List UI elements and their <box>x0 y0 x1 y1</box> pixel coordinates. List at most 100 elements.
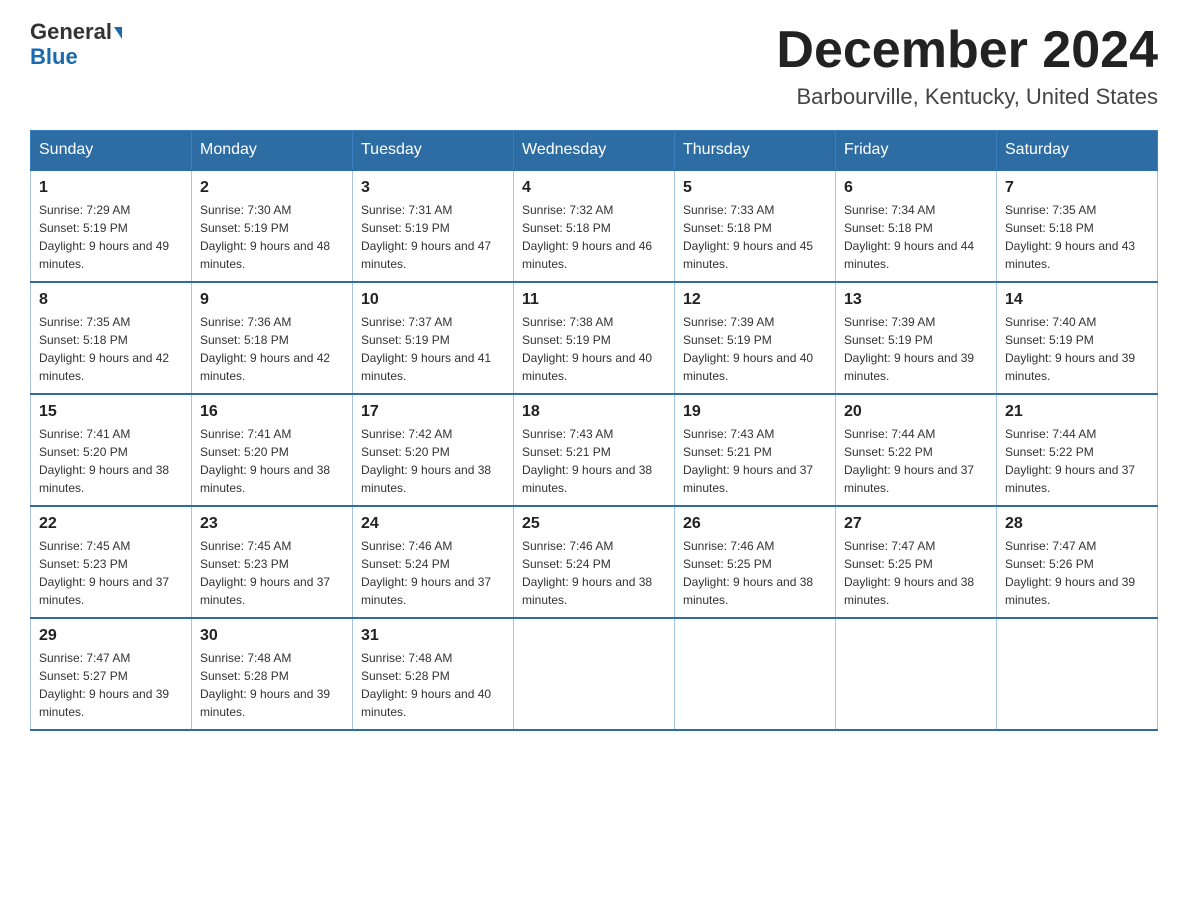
day-info: Sunrise: 7:47 AMSunset: 5:27 PMDaylight:… <box>39 649 183 721</box>
calendar-day-cell: 22 Sunrise: 7:45 AMSunset: 5:23 PMDayligh… <box>31 506 192 618</box>
calendar-day-cell: 10 Sunrise: 7:37 AMSunset: 5:19 PMDayligh… <box>353 282 514 394</box>
calendar-day-cell: 4 Sunrise: 7:32 AMSunset: 5:18 PMDaylight… <box>514 170 675 282</box>
day-info: Sunrise: 7:46 AMSunset: 5:24 PMDaylight:… <box>522 537 666 609</box>
calendar-week-row: 8 Sunrise: 7:35 AMSunset: 5:18 PMDaylight… <box>31 282 1158 394</box>
day-info: Sunrise: 7:31 AMSunset: 5:19 PMDaylight:… <box>361 201 505 273</box>
weekday-header-tuesday: Tuesday <box>353 131 514 171</box>
day-info: Sunrise: 7:47 AMSunset: 5:26 PMDaylight:… <box>1005 537 1149 609</box>
weekday-header-wednesday: Wednesday <box>514 131 675 171</box>
day-info: Sunrise: 7:43 AMSunset: 5:21 PMDaylight:… <box>522 425 666 497</box>
calendar-day-cell: 27Sunrise: 7:47 AMSunset: 5:25 PMDayligh… <box>836 506 997 618</box>
day-info: Sunrise: 7:44 AMSunset: 5:22 PMDaylight:… <box>1005 425 1149 497</box>
calendar-day-cell: 15Sunrise: 7:41 AMSunset: 5:20 PMDayligh… <box>31 394 192 506</box>
day-number: 17 <box>361 403 505 421</box>
day-info: Sunrise: 7:48 AMSunset: 5:28 PMDaylight:… <box>361 649 505 721</box>
day-number: 20 <box>844 403 988 421</box>
calendar-day-cell: 7 Sunrise: 7:35 AMSunset: 5:18 PMDaylight… <box>997 170 1158 282</box>
day-info: Sunrise: 7:40 AMSunset: 5:19 PMDaylight:… <box>1005 313 1149 385</box>
day-info: Sunrise: 7:32 AMSunset: 5:18 PMDaylight:… <box>522 201 666 273</box>
day-number: 16 <box>200 403 344 421</box>
day-info: Sunrise: 7:39 AMSunset: 5:19 PMDaylight:… <box>683 313 827 385</box>
month-title: December 2024 <box>776 20 1158 80</box>
weekday-header-saturday: Saturday <box>997 131 1158 171</box>
logo: General Blue <box>30 20 122 70</box>
calendar-week-row: 15 Sunrise: 7:41 AMSunset: 5:20 PMDayligh… <box>31 394 1158 506</box>
day-number: 28 <box>1005 515 1149 533</box>
day-info: Sunrise: 7:37 AMSunset: 5:19 PMDaylight:… <box>361 313 505 385</box>
logo-line1: General <box>30 20 122 44</box>
day-number: 2 <box>200 179 344 197</box>
day-number: 7 <box>1005 179 1149 197</box>
day-number: 27 <box>844 515 988 533</box>
day-number: 12 <box>683 291 827 309</box>
day-number: 23 <box>200 515 344 533</box>
day-number: 5 <box>683 179 827 197</box>
weekday-header-row: SundayMondayTuesdayWednesdayThursdayFrid… <box>31 131 1158 171</box>
calendar-day-cell: 21 Sunrise: 7:44 AMSunset: 5:22 PMDayligh… <box>997 394 1158 506</box>
calendar-day-cell: 23 Sunrise: 7:45 AMSunset: 5:23 PMDayligh… <box>192 506 353 618</box>
title-area: December 2024 Barbourville, Kentucky, Un… <box>776 20 1158 110</box>
day-info: Sunrise: 7:41 AMSunset: 5:20 PMDaylight:… <box>200 425 344 497</box>
day-number: 25 <box>522 515 666 533</box>
day-number: 1 <box>39 179 183 197</box>
calendar-day-cell: 31 Sunrise: 7:48 AMSunset: 5:28 PMDayligh… <box>353 618 514 730</box>
calendar-day-cell <box>997 618 1158 730</box>
calendar-day-cell: 14 Sunrise: 7:40 AMSunset: 5:19 PMDayligh… <box>997 282 1158 394</box>
weekday-header-friday: Friday <box>836 131 997 171</box>
day-number: 8 <box>39 291 183 309</box>
calendar-day-cell: 26 Sunrise: 7:46 AMSunset: 5:25 PMDayligh… <box>675 506 836 618</box>
day-info: Sunrise: 7:45 AMSunset: 5:23 PMDaylight:… <box>39 537 183 609</box>
day-number: 29 <box>39 627 183 645</box>
day-number: 9 <box>200 291 344 309</box>
weekday-header-sunday: Sunday <box>31 131 192 171</box>
calendar-day-cell: 24 Sunrise: 7:46 AMSunset: 5:24 PMDayligh… <box>353 506 514 618</box>
day-info: Sunrise: 7:43 AMSunset: 5:21 PMDaylight:… <box>683 425 827 497</box>
calendar-day-cell: 19Sunrise: 7:43 AMSunset: 5:21 PMDayligh… <box>675 394 836 506</box>
calendar-day-cell: 25 Sunrise: 7:46 AMSunset: 5:24 PMDayligh… <box>514 506 675 618</box>
day-info: Sunrise: 7:35 AMSunset: 5:18 PMDaylight:… <box>1005 201 1149 273</box>
weekday-header-thursday: Thursday <box>675 131 836 171</box>
day-info: Sunrise: 7:33 AMSunset: 5:18 PMDaylight:… <box>683 201 827 273</box>
day-number: 3 <box>361 179 505 197</box>
day-number: 22 <box>39 515 183 533</box>
day-info: Sunrise: 7:30 AMSunset: 5:19 PMDaylight:… <box>200 201 344 273</box>
logo-line2: Blue <box>30 44 78 70</box>
day-number: 31 <box>361 627 505 645</box>
calendar-day-cell: 6 Sunrise: 7:34 AMSunset: 5:18 PMDaylight… <box>836 170 997 282</box>
day-number: 26 <box>683 515 827 533</box>
day-number: 13 <box>844 291 988 309</box>
day-info: Sunrise: 7:42 AMSunset: 5:20 PMDaylight:… <box>361 425 505 497</box>
calendar-day-cell: 1 Sunrise: 7:29 AMSunset: 5:19 PMDaylight… <box>31 170 192 282</box>
day-number: 14 <box>1005 291 1149 309</box>
calendar-day-cell: 28 Sunrise: 7:47 AMSunset: 5:26 PMDayligh… <box>997 506 1158 618</box>
calendar-day-cell: 12 Sunrise: 7:39 AMSunset: 5:19 PMDayligh… <box>675 282 836 394</box>
calendar-day-cell: 8 Sunrise: 7:35 AMSunset: 5:18 PMDaylight… <box>31 282 192 394</box>
day-number: 18 <box>522 403 666 421</box>
day-info: Sunrise: 7:35 AMSunset: 5:18 PMDaylight:… <box>39 313 183 385</box>
calendar-day-cell: 20Sunrise: 7:44 AMSunset: 5:22 PMDayligh… <box>836 394 997 506</box>
day-number: 24 <box>361 515 505 533</box>
day-number: 11 <box>522 291 666 309</box>
day-info: Sunrise: 7:29 AMSunset: 5:19 PMDaylight:… <box>39 201 183 273</box>
day-info: Sunrise: 7:46 AMSunset: 5:25 PMDaylight:… <box>683 537 827 609</box>
calendar-day-cell: 18 Sunrise: 7:43 AMSunset: 5:21 PMDayligh… <box>514 394 675 506</box>
day-info: Sunrise: 7:38 AMSunset: 5:19 PMDaylight:… <box>522 313 666 385</box>
day-number: 6 <box>844 179 988 197</box>
calendar-day-cell <box>675 618 836 730</box>
weekday-header-monday: Monday <box>192 131 353 171</box>
day-number: 21 <box>1005 403 1149 421</box>
day-number: 15 <box>39 403 183 421</box>
day-info: Sunrise: 7:45 AMSunset: 5:23 PMDaylight:… <box>200 537 344 609</box>
calendar-day-cell: 16 Sunrise: 7:41 AMSunset: 5:20 PMDayligh… <box>192 394 353 506</box>
day-info: Sunrise: 7:34 AMSunset: 5:18 PMDaylight:… <box>844 201 988 273</box>
day-info: Sunrise: 7:46 AMSunset: 5:24 PMDaylight:… <box>361 537 505 609</box>
location-title: Barbourville, Kentucky, United States <box>776 84 1158 110</box>
day-number: 4 <box>522 179 666 197</box>
calendar-day-cell: 11 Sunrise: 7:38 AMSunset: 5:19 PMDayligh… <box>514 282 675 394</box>
day-number: 10 <box>361 291 505 309</box>
calendar-day-cell: 2 Sunrise: 7:30 AMSunset: 5:19 PMDaylight… <box>192 170 353 282</box>
calendar-day-cell: 29 Sunrise: 7:47 AMSunset: 5:27 PMDayligh… <box>31 618 192 730</box>
page-header: General Blue December 2024 Barbourville,… <box>30 20 1158 110</box>
day-info: Sunrise: 7:36 AMSunset: 5:18 PMDaylight:… <box>200 313 344 385</box>
calendar-week-row: 22 Sunrise: 7:45 AMSunset: 5:23 PMDayligh… <box>31 506 1158 618</box>
